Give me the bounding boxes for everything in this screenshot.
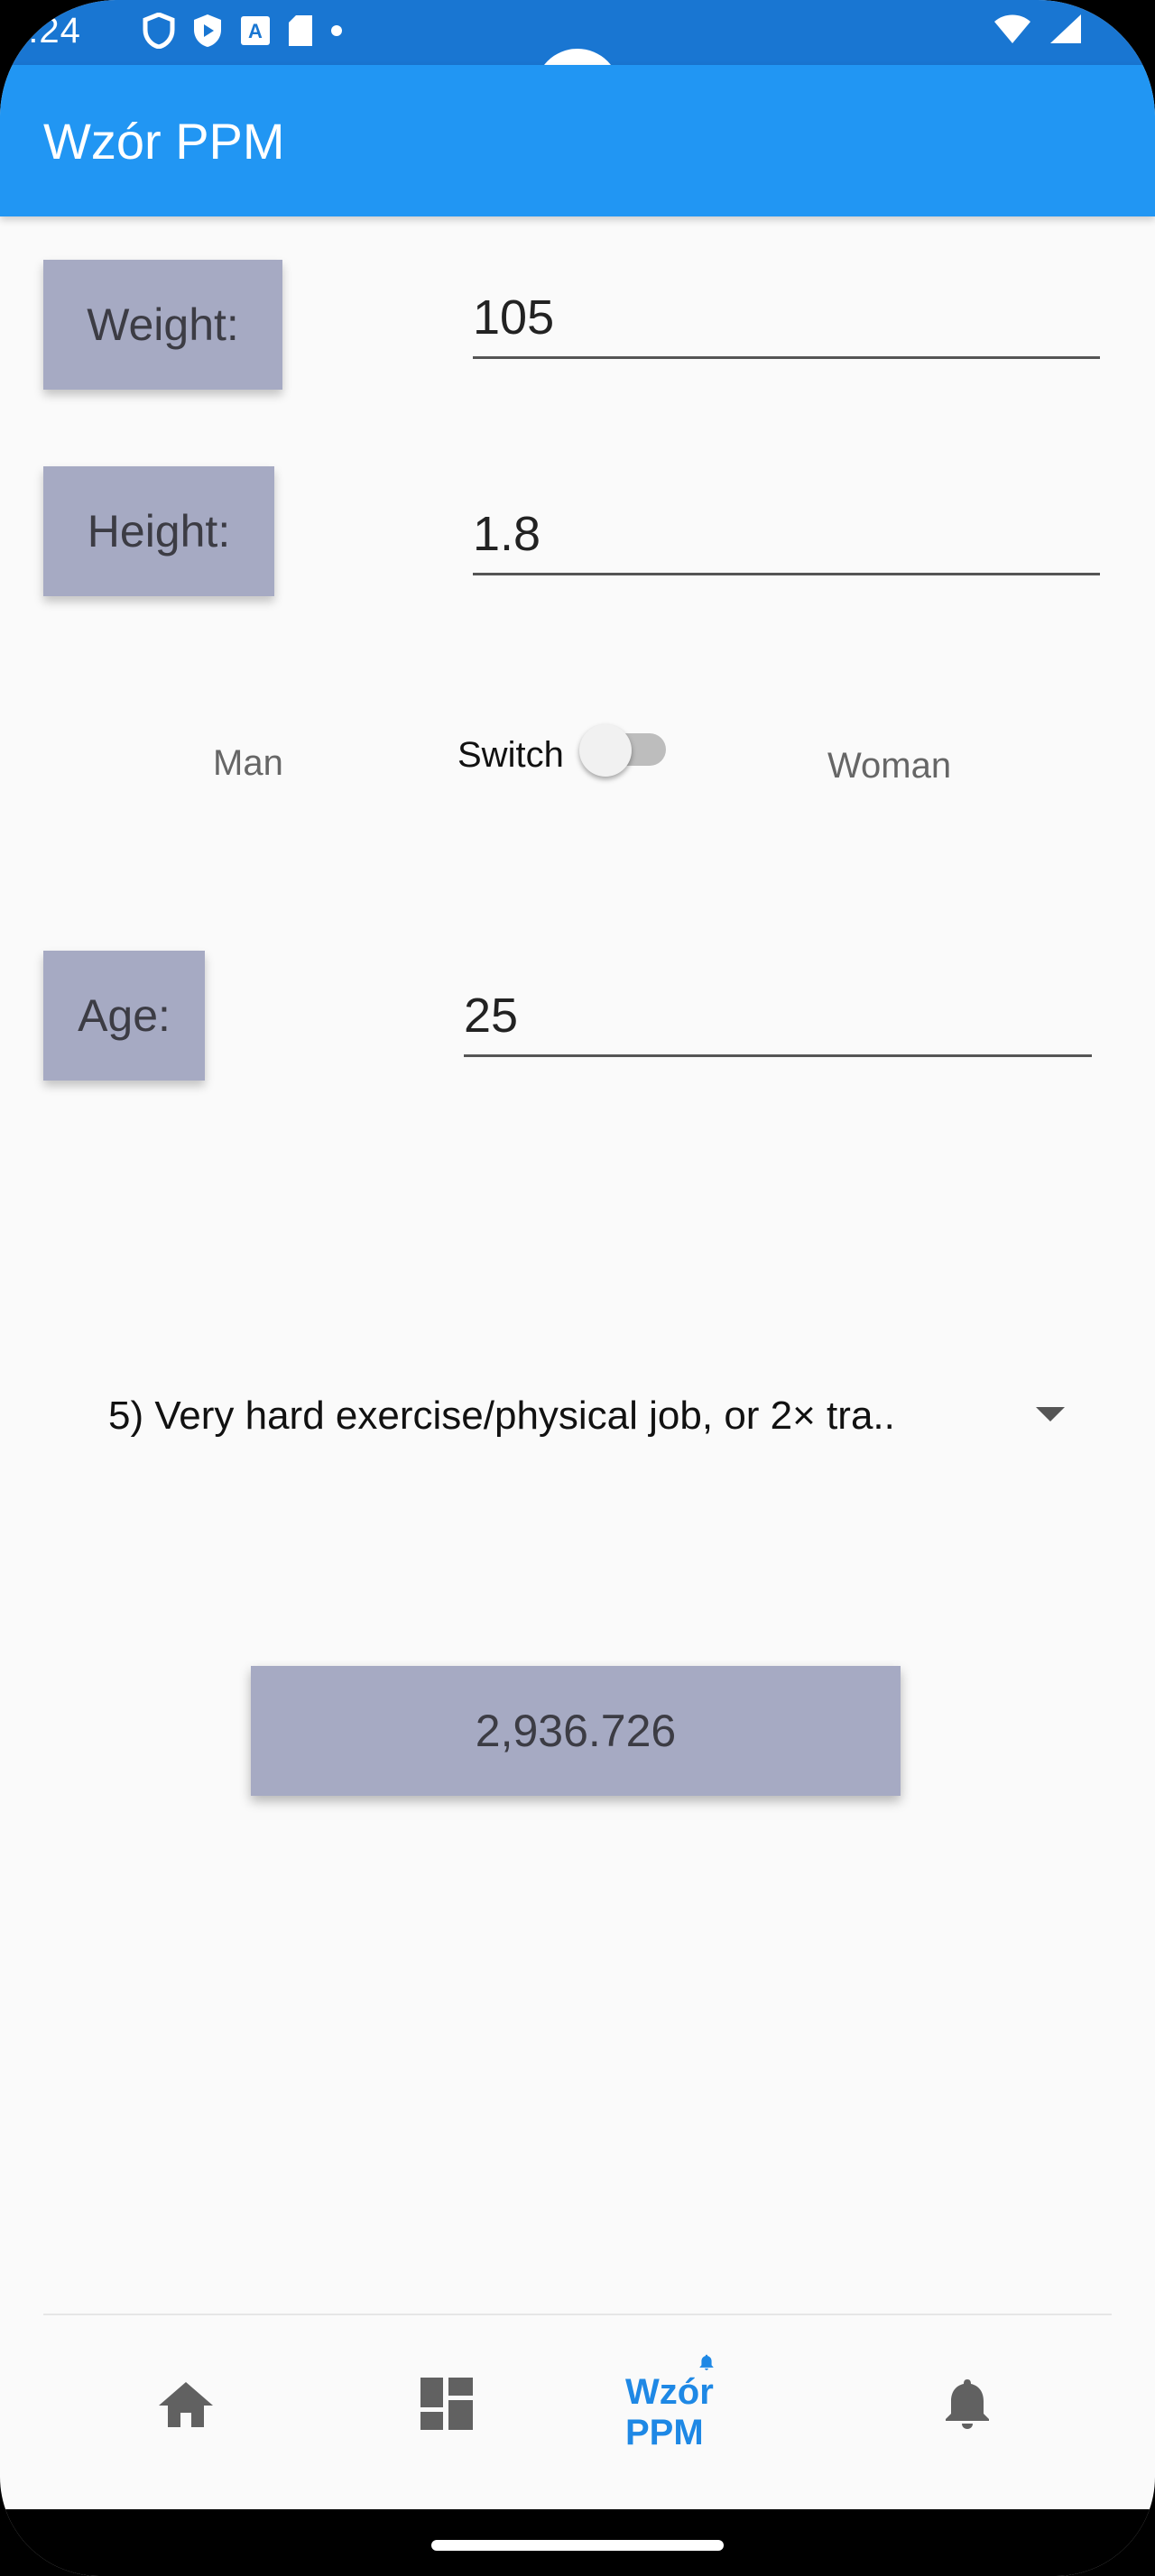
woman-label: Woman [827,746,952,786]
sd-card-icon [289,15,312,46]
nav-wzor-ppm-label: Wzór PPM [625,2372,714,2452]
device-screen: 3:24 A Wzór PPM Weight: 105 Height: 1.8 … [0,0,1155,2576]
age-value: 25 [464,989,519,1043]
activity-selected: 5) Very hard exercise/physical job, or 2… [108,1394,895,1438]
weight-label: Weight: [43,260,282,390]
status-right-icons [993,13,1083,45]
switch-label: Switch [457,735,564,775]
a-icon: A [241,16,270,45]
play-protect-icon [194,14,221,47]
man-label: Man [213,743,283,783]
nav-wzor-ppm[interactable]: Wzór PPM [625,2354,788,2453]
height-label: Height: [43,466,274,596]
svg-text:A: A [248,20,263,42]
result-value: 2,936.726 [475,1706,677,1756]
home-icon [159,2382,213,2427]
age-label: Age: [43,951,205,1081]
bell-icon [699,2354,714,2370]
age-input[interactable]: 25 [464,981,1092,1057]
result-button[interactable]: 2,936.726 [251,1666,901,1796]
bell-icon [946,2379,989,2429]
nav-home[interactable] [105,2354,267,2453]
wifi-icon [994,14,1030,43]
gesture-handle[interactable] [431,2540,724,2551]
height-input[interactable]: 1.8 [473,500,1100,575]
app-bar: Wzór PPM [0,65,1155,216]
status-time: 3:24 [7,11,81,51]
status-icons: A [143,13,343,49]
nav-notifications[interactable] [886,2354,1049,2453]
activity-dropdown[interactable]: 5) Very hard exercise/physical job, or 2… [108,1380,1083,1452]
dropdown-arrow-icon[interactable] [1036,1407,1065,1421]
signal-icon [1050,14,1081,43]
height-value: 1.8 [473,507,541,561]
dot-icon [331,25,342,36]
gender-switch-thumb[interactable] [579,724,632,777]
dashboard-icon [420,2378,473,2430]
nav-dashboard[interactable] [365,2354,528,2453]
shield-icon [143,13,175,49]
weight-input[interactable]: 105 [473,285,1100,359]
app-title: Wzór PPM [43,113,285,170]
bottom-nav-divider [43,2314,1112,2315]
weight-value: 105 [473,290,555,345]
